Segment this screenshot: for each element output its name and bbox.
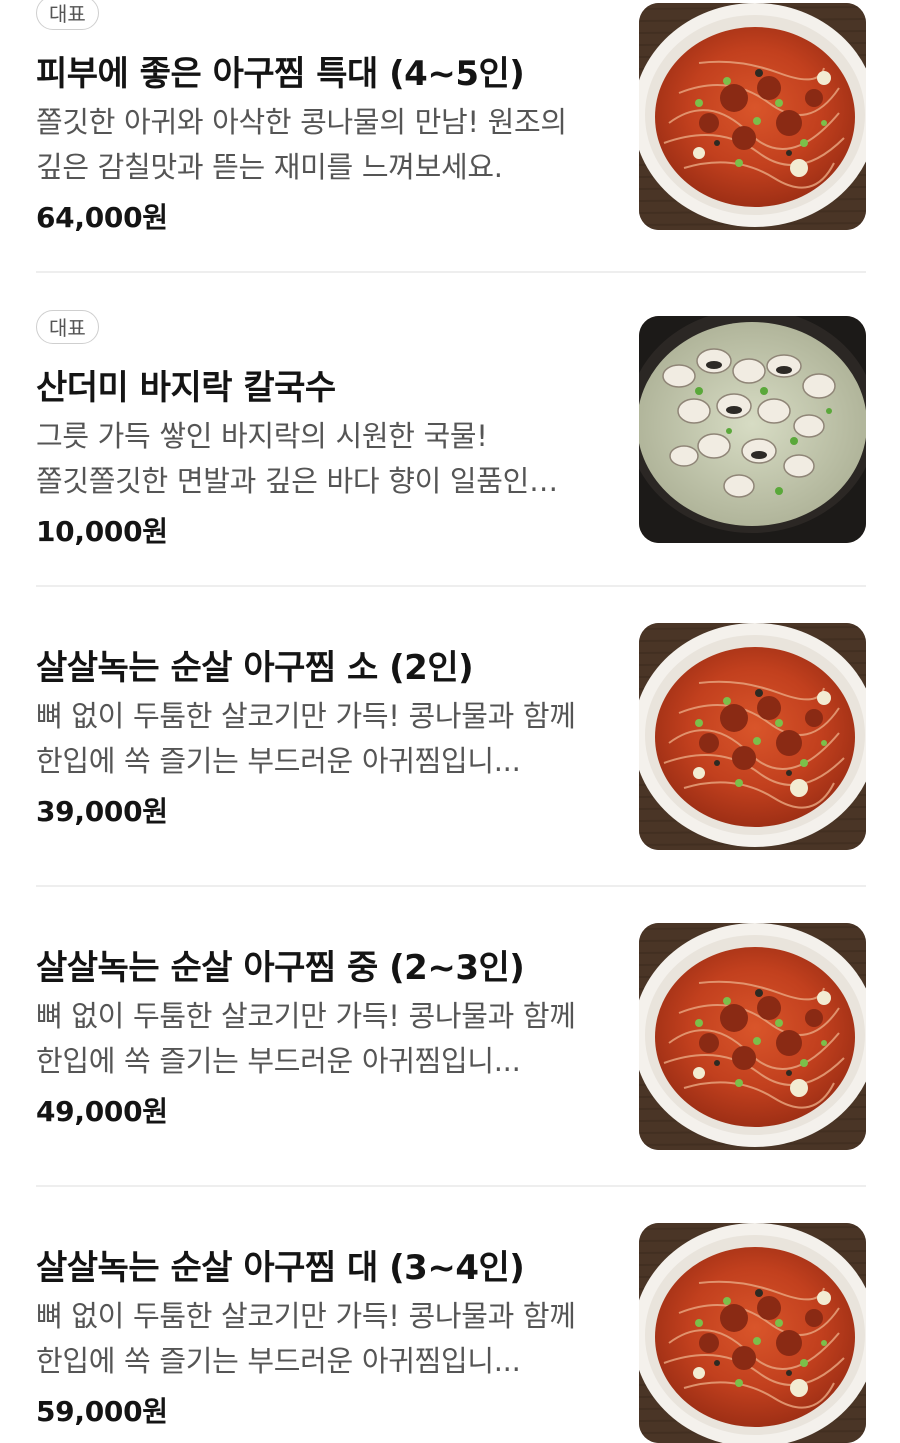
menu-item-description: 뼈 없이 두툼한 살코기만 가득! 콩나물과 함께 한입에 쏙 즐기는 부드러운… (36, 999, 576, 1078)
signature-badge: 대표 (36, 0, 99, 30)
menu-item-price: 59,000원 (36, 1395, 168, 1428)
menu-item-photo (639, 1223, 866, 1443)
menu-item-description: 뼈 없이 두툼한 살코기만 가득! 콩나물과 함께 한입에 쏙 즐기는 부드러운… (36, 1299, 576, 1378)
menu-item[interactable]: 대표 산더미 바지락 칼국수 그릇 가득 쌓인 바지락의 시원한 국물! 쫄깃쫄… (36, 310, 866, 550)
menu-item-title: 피부에 좋은 아구찜 특대 (4~5인) (36, 54, 525, 94)
divider (36, 271, 866, 273)
menu-item-photo (639, 316, 866, 543)
braised-monkfish-photo (639, 623, 866, 850)
divider (36, 585, 866, 587)
menu-item-title: 산더미 바지락 칼국수 (36, 368, 336, 408)
menu-item[interactable]: 살살녹는 순살 아구찜 소 (2인) 뼈 없이 두툼한 살코기만 가득! 콩나물… (36, 620, 866, 860)
menu-item-price: 39,000원 (36, 795, 168, 828)
menu-item-title: 살살녹는 순살 아구찜 중 (2~3인) (36, 948, 525, 988)
menu-list: 대표 피부에 좋은 아구찜 특대 (4~5인) 쫄깃한 아귀와 아삭한 콩나물의… (0, 0, 900, 1443)
menu-item-price: 10,000원 (36, 515, 168, 548)
menu-item-photo (639, 923, 866, 1150)
divider (36, 885, 866, 887)
menu-item-title: 살살녹는 순살 아구찜 대 (3~4인) (36, 1248, 525, 1288)
menu-item[interactable]: 살살녹는 순살 아구찜 중 (2~3인) 뼈 없이 두툼한 살코기만 가득! 콩… (36, 920, 866, 1160)
braised-monkfish-photo (639, 923, 866, 1150)
menu-item-price: 64,000원 (36, 201, 168, 234)
menu-item-photo (639, 3, 866, 230)
menu-item[interactable]: 대표 피부에 좋은 아구찜 특대 (4~5인) 쫄깃한 아귀와 아삭한 콩나물의… (36, 0, 866, 240)
menu-item-photo (639, 623, 866, 850)
menu-item-title: 살살녹는 순살 아구찜 소 (2인) (36, 648, 474, 688)
menu-item-price: 49,000원 (36, 1095, 168, 1128)
menu-item-description: 뼈 없이 두툼한 살코기만 가득! 콩나물과 함께 한입에 쏙 즐기는 부드러운… (36, 699, 576, 778)
clam-noodle-soup-photo (639, 316, 866, 543)
braised-monkfish-photo (639, 3, 866, 230)
menu-item[interactable]: 살살녹는 순살 아구찜 대 (3~4인) 뼈 없이 두툼한 살코기만 가득! 콩… (36, 1220, 866, 1443)
menu-item-description: 그릇 가득 쌓인 바지락의 시원한 국물! 쫄깃쫄깃한 면발과 깊은 바다 향이… (36, 419, 530, 498)
divider (36, 1185, 866, 1187)
signature-badge: 대표 (36, 310, 99, 344)
braised-monkfish-photo (639, 1223, 866, 1443)
menu-item-description: 쫄깃한 아귀와 아삭한 콩나물의 만남! 원조의 깊은 감칠맛과 뜯는 재미를 … (36, 105, 567, 184)
